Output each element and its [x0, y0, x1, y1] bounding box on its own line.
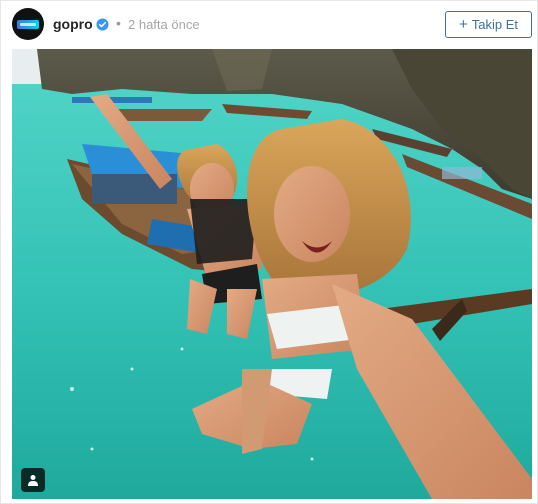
- verified-badge-icon: [96, 18, 109, 31]
- gopro-logo-icon: [17, 19, 39, 29]
- post-header: gopro • 2 hafta önce + Takip Et: [1, 1, 537, 49]
- follow-label: Takip Et: [471, 17, 518, 32]
- user-silhouette-icon: [28, 475, 38, 486]
- avatar[interactable]: [12, 8, 44, 40]
- post-time[interactable]: 2 hafta önce: [128, 17, 200, 32]
- person-tag-icon[interactable]: [21, 468, 45, 492]
- post-photo[interactable]: [12, 49, 532, 499]
- follow-button[interactable]: + Takip Et: [445, 11, 532, 38]
- photo-image: [12, 49, 532, 499]
- post-card: gopro • 2 hafta önce + Takip Et: [0, 0, 538, 504]
- plus-icon: +: [458, 16, 468, 33]
- username-link[interactable]: gopro: [53, 16, 93, 32]
- separator-dot: •: [116, 15, 121, 31]
